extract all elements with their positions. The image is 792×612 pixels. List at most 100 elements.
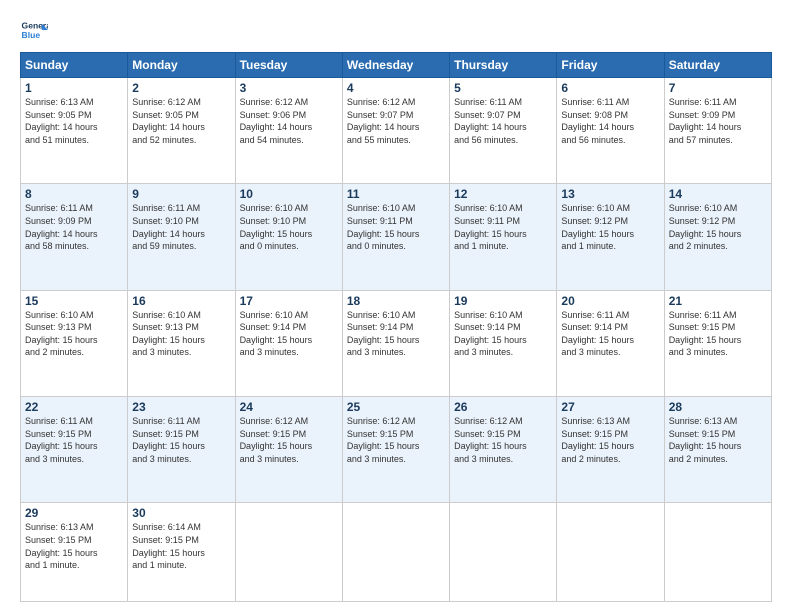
day-number: 17 <box>240 294 338 308</box>
calendar-cell: 5Sunrise: 6:11 AM Sunset: 9:07 PM Daylig… <box>450 78 557 184</box>
day-info: Sunrise: 6:10 AM Sunset: 9:13 PM Dayligh… <box>132 309 230 359</box>
day-info: Sunrise: 6:11 AM Sunset: 9:10 PM Dayligh… <box>132 202 230 252</box>
calendar-cell <box>342 503 449 602</box>
day-info: Sunrise: 6:12 AM Sunset: 9:05 PM Dayligh… <box>132 96 230 146</box>
day-info: Sunrise: 6:10 AM Sunset: 9:12 PM Dayligh… <box>561 202 659 252</box>
calendar-cell <box>557 503 664 602</box>
calendar-cell: 2Sunrise: 6:12 AM Sunset: 9:05 PM Daylig… <box>128 78 235 184</box>
day-number: 10 <box>240 187 338 201</box>
calendar-cell: 24Sunrise: 6:12 AM Sunset: 9:15 PM Dayli… <box>235 396 342 502</box>
day-number: 22 <box>25 400 123 414</box>
day-info: Sunrise: 6:11 AM Sunset: 9:15 PM Dayligh… <box>25 415 123 465</box>
calendar-cell: 30Sunrise: 6:14 AM Sunset: 9:15 PM Dayli… <box>128 503 235 602</box>
calendar-week-row: 1Sunrise: 6:13 AM Sunset: 9:05 PM Daylig… <box>21 78 772 184</box>
calendar-header-wednesday: Wednesday <box>342 53 449 78</box>
day-info: Sunrise: 6:11 AM Sunset: 9:09 PM Dayligh… <box>25 202 123 252</box>
day-number: 15 <box>25 294 123 308</box>
day-number: 18 <box>347 294 445 308</box>
calendar-week-row: 15Sunrise: 6:10 AM Sunset: 9:13 PM Dayli… <box>21 290 772 396</box>
day-info: Sunrise: 6:10 AM Sunset: 9:11 PM Dayligh… <box>347 202 445 252</box>
calendar-cell: 28Sunrise: 6:13 AM Sunset: 9:15 PM Dayli… <box>664 396 771 502</box>
calendar-cell: 3Sunrise: 6:12 AM Sunset: 9:06 PM Daylig… <box>235 78 342 184</box>
calendar-cell: 21Sunrise: 6:11 AM Sunset: 9:15 PM Dayli… <box>664 290 771 396</box>
day-number: 19 <box>454 294 552 308</box>
calendar-cell: 18Sunrise: 6:10 AM Sunset: 9:14 PM Dayli… <box>342 290 449 396</box>
day-number: 21 <box>669 294 767 308</box>
day-info: Sunrise: 6:10 AM Sunset: 9:14 PM Dayligh… <box>347 309 445 359</box>
day-info: Sunrise: 6:10 AM Sunset: 9:12 PM Dayligh… <box>669 202 767 252</box>
calendar-header-row: SundayMondayTuesdayWednesdayThursdayFrid… <box>21 53 772 78</box>
day-number: 14 <box>669 187 767 201</box>
logo-icon: General Blue <box>20 16 48 44</box>
calendar-header-monday: Monday <box>128 53 235 78</box>
calendar-cell: 19Sunrise: 6:10 AM Sunset: 9:14 PM Dayli… <box>450 290 557 396</box>
day-info: Sunrise: 6:12 AM Sunset: 9:15 PM Dayligh… <box>454 415 552 465</box>
day-info: Sunrise: 6:10 AM Sunset: 9:14 PM Dayligh… <box>454 309 552 359</box>
day-number: 12 <box>454 187 552 201</box>
day-number: 5 <box>454 81 552 95</box>
calendar-cell: 9Sunrise: 6:11 AM Sunset: 9:10 PM Daylig… <box>128 184 235 290</box>
day-info: Sunrise: 6:12 AM Sunset: 9:15 PM Dayligh… <box>240 415 338 465</box>
day-number: 11 <box>347 187 445 201</box>
day-info: Sunrise: 6:11 AM Sunset: 9:15 PM Dayligh… <box>669 309 767 359</box>
calendar-cell: 16Sunrise: 6:10 AM Sunset: 9:13 PM Dayli… <box>128 290 235 396</box>
logo: General Blue <box>20 16 48 44</box>
day-number: 20 <box>561 294 659 308</box>
calendar-header-saturday: Saturday <box>664 53 771 78</box>
calendar-cell: 8Sunrise: 6:11 AM Sunset: 9:09 PM Daylig… <box>21 184 128 290</box>
day-number: 24 <box>240 400 338 414</box>
header: General Blue <box>20 16 772 44</box>
day-number: 1 <box>25 81 123 95</box>
day-number: 27 <box>561 400 659 414</box>
calendar-cell <box>664 503 771 602</box>
calendar-cell: 17Sunrise: 6:10 AM Sunset: 9:14 PM Dayli… <box>235 290 342 396</box>
day-number: 30 <box>132 506 230 520</box>
day-number: 25 <box>347 400 445 414</box>
calendar-cell: 23Sunrise: 6:11 AM Sunset: 9:15 PM Dayli… <box>128 396 235 502</box>
day-info: Sunrise: 6:10 AM Sunset: 9:13 PM Dayligh… <box>25 309 123 359</box>
calendar-cell <box>235 503 342 602</box>
day-info: Sunrise: 6:14 AM Sunset: 9:15 PM Dayligh… <box>132 521 230 571</box>
calendar-cell: 10Sunrise: 6:10 AM Sunset: 9:10 PM Dayli… <box>235 184 342 290</box>
svg-text:Blue: Blue <box>22 30 41 40</box>
day-info: Sunrise: 6:13 AM Sunset: 9:15 PM Dayligh… <box>25 521 123 571</box>
calendar-cell: 1Sunrise: 6:13 AM Sunset: 9:05 PM Daylig… <box>21 78 128 184</box>
calendar-cell: 29Sunrise: 6:13 AM Sunset: 9:15 PM Dayli… <box>21 503 128 602</box>
calendar-cell: 12Sunrise: 6:10 AM Sunset: 9:11 PM Dayli… <box>450 184 557 290</box>
calendar-cell <box>450 503 557 602</box>
calendar-header-sunday: Sunday <box>21 53 128 78</box>
day-info: Sunrise: 6:11 AM Sunset: 9:07 PM Dayligh… <box>454 96 552 146</box>
calendar-cell: 14Sunrise: 6:10 AM Sunset: 9:12 PM Dayli… <box>664 184 771 290</box>
day-info: Sunrise: 6:10 AM Sunset: 9:14 PM Dayligh… <box>240 309 338 359</box>
day-info: Sunrise: 6:10 AM Sunset: 9:10 PM Dayligh… <box>240 202 338 252</box>
day-info: Sunrise: 6:12 AM Sunset: 9:15 PM Dayligh… <box>347 415 445 465</box>
day-info: Sunrise: 6:11 AM Sunset: 9:14 PM Dayligh… <box>561 309 659 359</box>
day-number: 29 <box>25 506 123 520</box>
calendar-cell: 26Sunrise: 6:12 AM Sunset: 9:15 PM Dayli… <box>450 396 557 502</box>
day-number: 7 <box>669 81 767 95</box>
calendar-header-friday: Friday <box>557 53 664 78</box>
day-info: Sunrise: 6:13 AM Sunset: 9:15 PM Dayligh… <box>669 415 767 465</box>
day-info: Sunrise: 6:10 AM Sunset: 9:11 PM Dayligh… <box>454 202 552 252</box>
calendar-header-thursday: Thursday <box>450 53 557 78</box>
calendar-cell: 25Sunrise: 6:12 AM Sunset: 9:15 PM Dayli… <box>342 396 449 502</box>
calendar-table: SundayMondayTuesdayWednesdayThursdayFrid… <box>20 52 772 602</box>
day-info: Sunrise: 6:13 AM Sunset: 9:05 PM Dayligh… <box>25 96 123 146</box>
calendar-cell: 13Sunrise: 6:10 AM Sunset: 9:12 PM Dayli… <box>557 184 664 290</box>
day-info: Sunrise: 6:11 AM Sunset: 9:09 PM Dayligh… <box>669 96 767 146</box>
day-number: 28 <box>669 400 767 414</box>
calendar-cell: 22Sunrise: 6:11 AM Sunset: 9:15 PM Dayli… <box>21 396 128 502</box>
day-number: 9 <box>132 187 230 201</box>
calendar-cell: 6Sunrise: 6:11 AM Sunset: 9:08 PM Daylig… <box>557 78 664 184</box>
day-number: 6 <box>561 81 659 95</box>
calendar-header-tuesday: Tuesday <box>235 53 342 78</box>
day-info: Sunrise: 6:11 AM Sunset: 9:08 PM Dayligh… <box>561 96 659 146</box>
day-number: 3 <box>240 81 338 95</box>
calendar-week-row: 8Sunrise: 6:11 AM Sunset: 9:09 PM Daylig… <box>21 184 772 290</box>
calendar-week-row: 22Sunrise: 6:11 AM Sunset: 9:15 PM Dayli… <box>21 396 772 502</box>
calendar-cell: 11Sunrise: 6:10 AM Sunset: 9:11 PM Dayli… <box>342 184 449 290</box>
calendar-cell: 20Sunrise: 6:11 AM Sunset: 9:14 PM Dayli… <box>557 290 664 396</box>
calendar-week-row: 29Sunrise: 6:13 AM Sunset: 9:15 PM Dayli… <box>21 503 772 602</box>
day-number: 16 <box>132 294 230 308</box>
day-info: Sunrise: 6:12 AM Sunset: 9:06 PM Dayligh… <box>240 96 338 146</box>
